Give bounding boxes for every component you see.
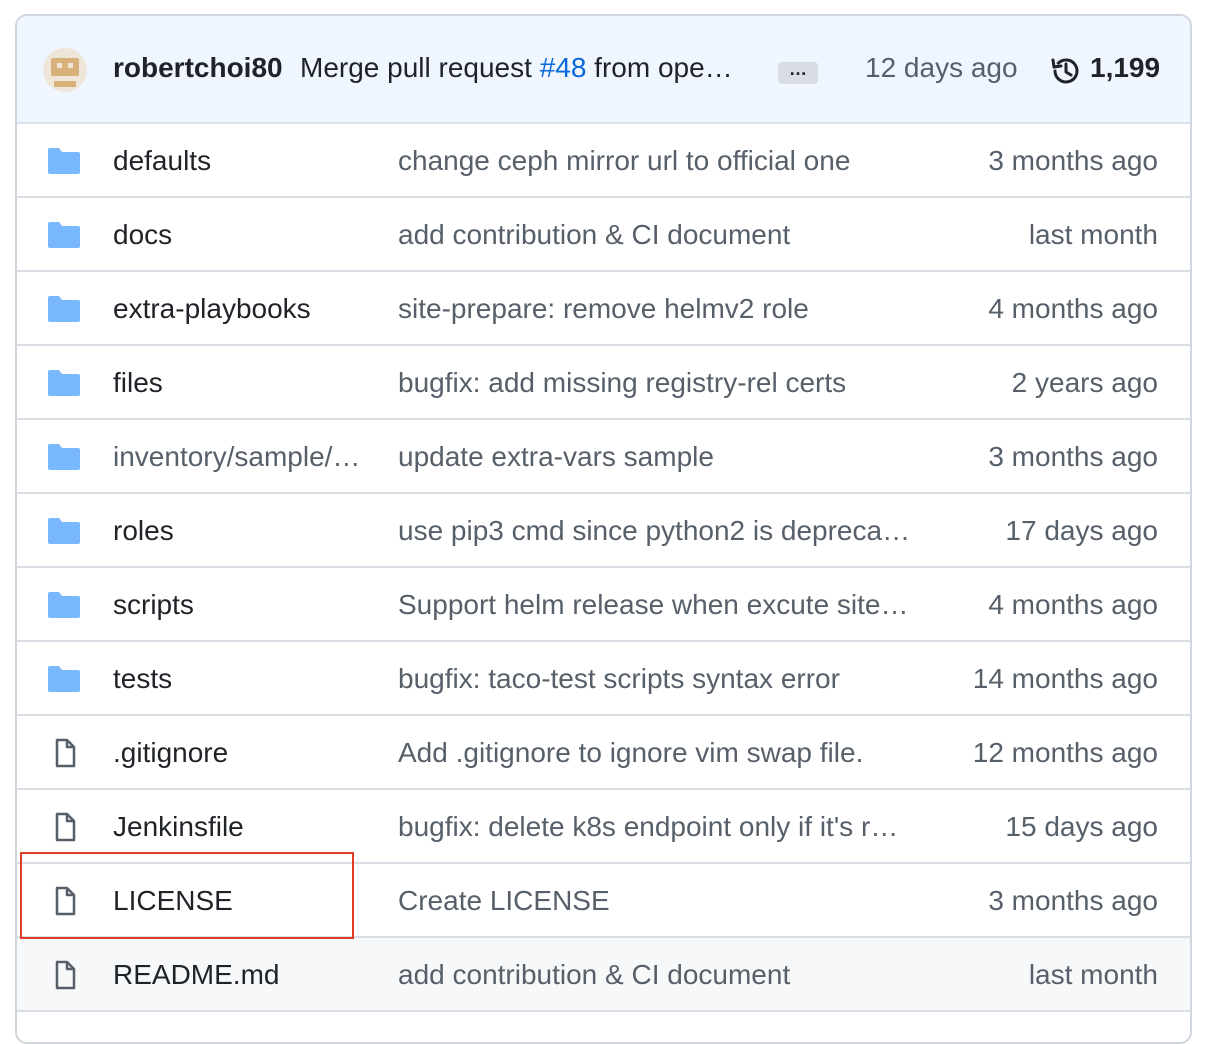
file-commit-age: 3 months ago [988, 441, 1158, 472]
file-row[interactable]: docs add contribution & CI document last m… [17, 198, 1190, 272]
file-commit-age: last month [1028, 959, 1158, 990]
file-row[interactable]: tests bugfix: taco-test scripts syntax er… [17, 642, 1190, 716]
pull-request-link[interactable]: #48 [540, 52, 587, 83]
file-commit-message[interactable]: bugfix: add missing registry-rel certs [398, 367, 928, 399]
file-name-link[interactable]: .gitignore [113, 737, 368, 769]
file-name-link[interactable]: docs [113, 219, 368, 251]
file-icon [55, 738, 76, 768]
file-row[interactable]: extra-playbooks site-prepare: remove helm… [17, 272, 1190, 346]
file-commit-message[interactable]: bugfix: taco-test scripts syntax error [398, 663, 928, 695]
commit-message[interactable]: Merge pull request #48 from ope… [300, 52, 750, 84]
commit-age[interactable]: 12 days ago [865, 52, 1018, 84]
expand-message-button[interactable]: … [778, 60, 818, 84]
file-commit-message[interactable]: Add .gitignore to ignore vim swap file. [398, 737, 928, 769]
folder-icon [48, 222, 80, 248]
file-commit-message[interactable]: use pip3 cmd since python2 is depreca… [398, 515, 928, 547]
commit-count[interactable]: 1,199 [1090, 52, 1160, 84]
license-highlight-box [20, 852, 354, 939]
latest-commit-bar: robertchoi80 Merge pull request #48 from… [17, 16, 1190, 124]
file-commit-age: 15 days ago [1005, 811, 1158, 842]
folder-icon [48, 592, 80, 618]
file-name-link[interactable]: tests [113, 663, 368, 695]
commit-author[interactable]: robertchoi80 [113, 52, 283, 84]
file-name-link[interactable]: scripts [113, 589, 368, 621]
file-commit-message[interactable]: update extra-vars sample [398, 441, 928, 473]
file-name-link[interactable]: inventory/sample/… [113, 441, 368, 473]
file-commit-age: 4 months ago [988, 589, 1158, 620]
file-row[interactable]: defaults change ceph mirror url to offici… [17, 124, 1190, 198]
file-commit-age: 17 days ago [1005, 515, 1158, 546]
user-avatar[interactable] [43, 48, 87, 92]
commit-message-prefix: Merge pull request [300, 52, 540, 83]
folder-icon [48, 666, 80, 692]
file-commit-age: 14 months ago [972, 663, 1158, 694]
file-commit-message[interactable]: add contribution & CI document [398, 959, 928, 991]
file-name-link[interactable]: Jenkinsfile [113, 811, 368, 843]
folder-icon [48, 148, 80, 174]
file-commit-message[interactable]: site-prepare: remove helmv2 role [398, 293, 928, 325]
file-name-link[interactable]: README.md [113, 959, 368, 991]
folder-icon [48, 518, 80, 544]
file-icon [55, 960, 76, 990]
file-commit-age: 4 months ago [988, 293, 1158, 324]
file-name-link[interactable]: roles [113, 515, 368, 547]
file-commit-message[interactable]: Create LICENSE [398, 885, 928, 917]
history-clock-icon[interactable] [1049, 54, 1083, 88]
file-commit-message[interactable]: change ceph mirror url to official one [398, 145, 928, 177]
file-commit-age: last month [1028, 219, 1158, 250]
folder-icon [48, 370, 80, 396]
file-commit-age: 2 years ago [1011, 367, 1158, 398]
file-commit-message[interactable]: add contribution & CI document [398, 219, 928, 251]
file-row[interactable]: inventory/sample/… update extra-vars samp… [17, 420, 1190, 494]
file-row[interactable]: README.md add contribution & CI document l… [17, 938, 1190, 1012]
file-commit-age: 3 months ago [988, 885, 1158, 916]
file-row[interactable]: files bugfix: add missing registry-rel ce… [17, 346, 1190, 420]
file-name-link[interactable]: files [113, 367, 368, 399]
commit-message-suffix: from ope… [586, 52, 733, 83]
file-icon [55, 812, 76, 842]
file-commit-age: 12 months ago [972, 737, 1158, 768]
folder-icon [48, 444, 80, 470]
file-commit-message[interactable]: bugfix: delete k8s endpoint only if it's… [398, 811, 928, 843]
file-commit-age: 3 months ago [988, 145, 1158, 176]
file-name-link[interactable]: extra-playbooks [113, 293, 368, 325]
folder-icon [48, 296, 80, 322]
file-name-link[interactable]: defaults [113, 145, 368, 177]
file-row[interactable]: roles use pip3 cmd since python2 is depre… [17, 494, 1190, 568]
file-commit-message[interactable]: Support helm release when excute site… [398, 589, 928, 621]
file-row[interactable]: .gitignore Add .gitignore to ignore vim s… [17, 716, 1190, 790]
file-row[interactable]: scripts Support helm release when excute … [17, 568, 1190, 642]
